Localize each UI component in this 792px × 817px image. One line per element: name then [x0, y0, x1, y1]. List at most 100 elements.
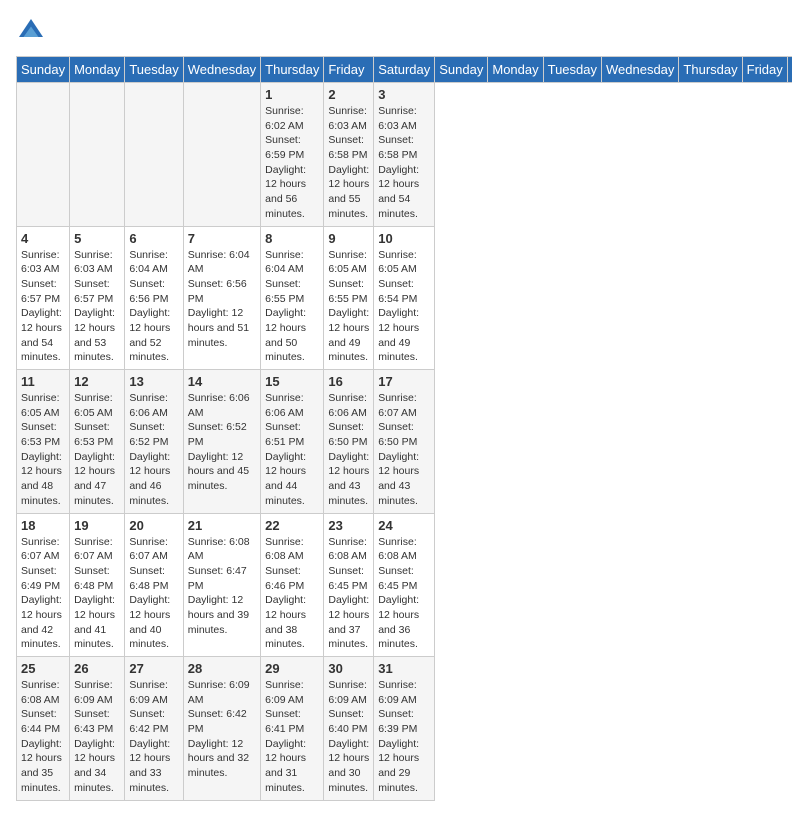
day-detail: Sunrise: 6:05 AMSunset: 6:54 PMDaylight:…	[378, 248, 430, 366]
day-cell: 15Sunrise: 6:06 AMSunset: 6:51 PMDayligh…	[261, 370, 324, 514]
day-detail: Sunrise: 6:07 AMSunset: 6:48 PMDaylight:…	[74, 535, 120, 653]
day-cell	[17, 83, 70, 227]
day-cell: 27 Sunrise: 6:09 AMSunset: 6:42 PMDayligh…	[125, 657, 183, 801]
page-header	[16, 16, 776, 46]
day-number: 15	[265, 374, 319, 389]
day-number: 10	[378, 231, 430, 246]
col-header-tuesday: Tuesday	[125, 57, 183, 83]
day-detail: Sunrise: 6:03 AMSunset: 6:57 PMDaylight:…	[74, 248, 120, 366]
day-detail: Sunrise: 6:03 AMSunset: 6:58 PMDaylight:…	[328, 104, 369, 222]
day-detail: Sunrise: 6:08 AMSunset: 6:47 PMDaylight:…	[188, 535, 256, 638]
day-detail: Sunrise: 6:09 AMSunset: 6:39 PMDaylight:…	[378, 678, 430, 796]
day-cell: 12 Sunrise: 6:05 AMSunset: 6:53 PMDayligh…	[70, 370, 125, 514]
day-detail: Sunrise: 6:03 AMSunset: 6:57 PMDaylight:…	[21, 248, 65, 366]
day-detail: Sunrise: 6:04 AMSunset: 6:56 PMDaylight:…	[129, 248, 178, 366]
day-cell: 13Sunrise: 6:06 AMSunset: 6:52 PMDayligh…	[125, 370, 183, 514]
week-row-2: 4 Sunrise: 6:03 AMSunset: 6:57 PMDaylight…	[17, 226, 792, 370]
day-number: 12	[74, 374, 120, 389]
day-number: 3	[378, 87, 430, 102]
day-number: 2	[328, 87, 369, 102]
day-cell: 29Sunrise: 6:09 AMSunset: 6:41 PMDayligh…	[261, 657, 324, 801]
day-cell: 2 Sunrise: 6:03 AMSunset: 6:58 PMDaylight…	[324, 83, 374, 227]
day-number: 5	[74, 231, 120, 246]
day-detail: Sunrise: 6:05 AMSunset: 6:53 PMDaylight:…	[74, 391, 120, 509]
day-detail: Sunrise: 6:09 AMSunset: 6:40 PMDaylight:…	[328, 678, 369, 796]
col-header-friday: Friday	[324, 57, 374, 83]
day-detail: Sunrise: 6:07 AMSunset: 6:48 PMDaylight:…	[129, 535, 178, 653]
col-header-thursday: Thursday	[261, 57, 324, 83]
day-detail: Sunrise: 6:09 AMSunset: 6:42 PMDaylight:…	[129, 678, 178, 796]
day-cell: 22Sunrise: 6:08 AMSunset: 6:46 PMDayligh…	[261, 513, 324, 657]
col-header-sunday: Sunday	[435, 57, 488, 83]
logo-icon	[16, 16, 46, 46]
day-cell: 14 Sunrise: 6:06 AMSunset: 6:52 PMDayligh…	[183, 370, 260, 514]
day-number: 24	[378, 518, 430, 533]
day-number: 21	[188, 518, 256, 533]
day-number: 25	[21, 661, 65, 676]
day-cell: 21 Sunrise: 6:08 AMSunset: 6:47 PMDayligh…	[183, 513, 260, 657]
day-number: 11	[21, 374, 65, 389]
day-cell	[125, 83, 183, 227]
day-number: 8	[265, 231, 319, 246]
day-number: 23	[328, 518, 369, 533]
day-detail: Sunrise: 6:03 AMSunset: 6:58 PMDaylight:…	[378, 104, 430, 222]
day-number: 30	[328, 661, 369, 676]
day-detail: Sunrise: 6:06 AMSunset: 6:50 PMDaylight:…	[328, 391, 369, 509]
day-detail: Sunrise: 6:02 AMSunset: 6:59 PMDaylight:…	[265, 104, 319, 222]
day-number: 28	[188, 661, 256, 676]
day-cell: 28Sunrise: 6:09 AMSunset: 6:42 PMDayligh…	[183, 657, 260, 801]
col-header-wednesday: Wednesday	[602, 57, 679, 83]
day-cell: 19 Sunrise: 6:07 AMSunset: 6:48 PMDayligh…	[70, 513, 125, 657]
day-number: 4	[21, 231, 65, 246]
col-header-tuesday: Tuesday	[543, 57, 601, 83]
col-header-saturday: Saturday	[374, 57, 435, 83]
day-cell: 1 Sunrise: 6:02 AMSunset: 6:59 PMDaylight…	[261, 83, 324, 227]
day-detail: Sunrise: 6:08 AMSunset: 6:45 PMDaylight:…	[328, 535, 369, 653]
day-cell: 31 Sunrise: 6:09 AMSunset: 6:39 PMDayligh…	[374, 657, 435, 801]
day-cell: 9 Sunrise: 6:05 AMSunset: 6:55 PMDaylight…	[324, 226, 374, 370]
day-detail: Sunrise: 6:08 AMSunset: 6:46 PMDaylight:…	[265, 535, 319, 653]
day-number: 18	[21, 518, 65, 533]
day-cell: 30 Sunrise: 6:09 AMSunset: 6:40 PMDayligh…	[324, 657, 374, 801]
day-cell: 7 Sunrise: 6:04 AMSunset: 6:56 PMDaylight…	[183, 226, 260, 370]
col-header-monday: Monday	[70, 57, 125, 83]
calendar-table: SundayMondayTuesdayWednesdayThursdayFrid…	[16, 56, 792, 801]
day-cell: 23 Sunrise: 6:08 AMSunset: 6:45 PMDayligh…	[324, 513, 374, 657]
day-detail: Sunrise: 6:06 AMSunset: 6:52 PMDaylight:…	[129, 391, 178, 509]
day-cell: 6 Sunrise: 6:04 AMSunset: 6:56 PMDaylight…	[125, 226, 183, 370]
day-detail: Sunrise: 6:04 AMSunset: 6:55 PMDaylight:…	[265, 248, 319, 366]
day-number: 19	[74, 518, 120, 533]
day-detail: Sunrise: 6:05 AMSunset: 6:55 PMDaylight:…	[328, 248, 369, 366]
day-number: 7	[188, 231, 256, 246]
day-number: 6	[129, 231, 178, 246]
day-detail: Sunrise: 6:08 AMSunset: 6:45 PMDaylight:…	[378, 535, 430, 653]
day-cell: 5 Sunrise: 6:03 AMSunset: 6:57 PMDaylight…	[70, 226, 125, 370]
day-cell	[183, 83, 260, 227]
day-cell: 17Sunrise: 6:07 AMSunset: 6:50 PMDayligh…	[374, 370, 435, 514]
day-detail: Sunrise: 6:04 AMSunset: 6:56 PMDaylight:…	[188, 248, 256, 351]
day-detail: Sunrise: 6:05 AMSunset: 6:53 PMDaylight:…	[21, 391, 65, 509]
day-cell: 26Sunrise: 6:09 AMSunset: 6:43 PMDayligh…	[70, 657, 125, 801]
col-header-wednesday: Wednesday	[183, 57, 260, 83]
col-header-sunday: Sunday	[17, 57, 70, 83]
logo	[16, 16, 52, 46]
week-row-1: 1 Sunrise: 6:02 AMSunset: 6:59 PMDaylight…	[17, 83, 792, 227]
col-header-monday: Monday	[488, 57, 543, 83]
day-cell: 24 Sunrise: 6:08 AMSunset: 6:45 PMDayligh…	[374, 513, 435, 657]
calendar-header-row: SundayMondayTuesdayWednesdayThursdayFrid…	[17, 57, 792, 83]
day-number: 27	[129, 661, 178, 676]
day-number: 31	[378, 661, 430, 676]
col-header-friday: Friday	[742, 57, 787, 83]
day-number: 14	[188, 374, 256, 389]
day-detail: Sunrise: 6:06 AMSunset: 6:52 PMDaylight:…	[188, 391, 256, 494]
day-cell: 8 Sunrise: 6:04 AMSunset: 6:55 PMDaylight…	[261, 226, 324, 370]
col-header-thursday: Thursday	[679, 57, 742, 83]
day-number: 9	[328, 231, 369, 246]
day-cell: 11 Sunrise: 6:05 AMSunset: 6:53 PMDayligh…	[17, 370, 70, 514]
day-cell: 18Sunrise: 6:07 AMSunset: 6:49 PMDayligh…	[17, 513, 70, 657]
day-detail: Sunrise: 6:08 AMSunset: 6:44 PMDaylight:…	[21, 678, 65, 796]
day-number: 26	[74, 661, 120, 676]
day-detail: Sunrise: 6:07 AMSunset: 6:50 PMDaylight:…	[378, 391, 430, 509]
day-cell: 20Sunrise: 6:07 AMSunset: 6:48 PMDayligh…	[125, 513, 183, 657]
day-number: 1	[265, 87, 319, 102]
